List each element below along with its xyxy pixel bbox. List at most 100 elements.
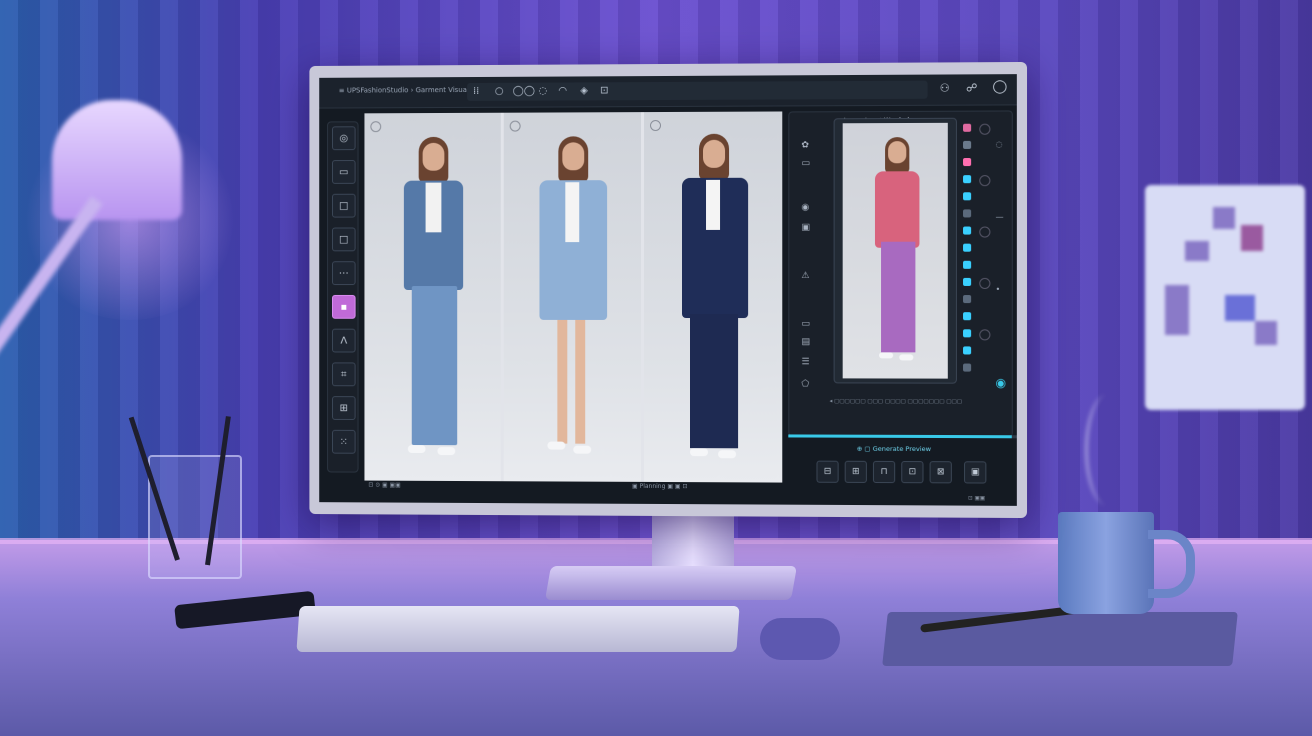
preview-model [873, 137, 924, 368]
model-figure [394, 137, 473, 465]
left-toolbar: ◎ ▭ □ □ ⋯ ▪ Λ ⌗ ⊞ ⁙ [327, 121, 358, 472]
color-swatch[interactable] [963, 141, 971, 149]
panel-toggle-icon[interactable] [650, 120, 661, 131]
share-icon[interactable]: ☍ [966, 81, 977, 94]
color-swatch[interactable] [963, 209, 971, 217]
tag-icon[interactable]: ◈ [580, 85, 588, 97]
path-tool-button[interactable]: Λ [332, 329, 356, 353]
user-settings-icon[interactable]: ⚇ [940, 82, 950, 95]
grid-tool-button[interactable]: ⊞ [332, 396, 356, 420]
preview-image [843, 123, 948, 379]
swatch-option-icon[interactable] [979, 329, 990, 340]
color-swatch[interactable] [963, 124, 971, 132]
color-swatch[interactable] [963, 329, 971, 337]
image-icon[interactable]: ▭ [801, 159, 810, 169]
preview-pants [881, 242, 915, 353]
generate-preview-label[interactable]: ⊕ ▢ Generate Preview [857, 445, 931, 453]
color-tool-button[interactable]: ▪ [332, 295, 356, 319]
crop-tool-button[interactable]: ⌗ [332, 362, 356, 386]
color-swatch[interactable] [963, 295, 971, 303]
frame-tool-button[interactable]: □ [332, 194, 356, 218]
panel-toggle-icon[interactable] [510, 121, 521, 132]
color-icon: ▪ [340, 301, 347, 312]
swatch-option-icon[interactable] [979, 278, 990, 289]
export-icon: ⊠ [937, 467, 945, 477]
square-tool-button[interactable]: □ [332, 227, 356, 251]
inspector-status: ⊡ ▣▣ [968, 496, 985, 502]
list-icon[interactable]: ☰ [801, 357, 809, 367]
layout-button[interactable]: ⊟ [816, 461, 838, 483]
body-tool-button[interactable]: ◎ [332, 126, 356, 150]
color-swatch[interactable] [963, 364, 971, 372]
export-button[interactable]: ⊠ [930, 461, 952, 483]
generation-progress [788, 434, 1017, 438]
color-swatch[interactable] [963, 346, 971, 354]
monitor-stand-base [545, 566, 797, 600]
mug-handle [1148, 530, 1195, 598]
outfit-panel-1[interactable] [364, 113, 500, 481]
color-swatch[interactable] [963, 312, 971, 320]
layer-icon: ▭ [339, 166, 348, 177]
jeans [412, 286, 457, 445]
crop-icon: ⌗ [341, 369, 347, 380]
shirt-icon[interactable]: ◠ [558, 86, 567, 98]
frame-icon[interactable]: ▭ [801, 319, 810, 329]
layer-tool-button[interactable]: ▭ [332, 160, 356, 184]
layout-icon: ⊟ [824, 467, 832, 477]
progress-fill [788, 434, 1012, 438]
swatch-option-icon[interactable] [979, 175, 990, 186]
circle-icon[interactable]: ○ [495, 86, 504, 98]
wardrobe-preview[interactable] [834, 118, 957, 384]
hanger-icon[interactable]: ◌ [538, 86, 547, 98]
frame-icon[interactable]: ⊡ [600, 85, 608, 97]
select-tool-button[interactable]: ⁙ [332, 430, 356, 454]
body-icon: ◎ [339, 133, 348, 144]
box-icon[interactable]: ▣ [801, 223, 810, 233]
model-figure [534, 136, 614, 466]
path-icon: Λ [340, 335, 347, 346]
color-swatch[interactable] [963, 278, 971, 286]
color-swatch[interactable] [963, 158, 971, 166]
color-swatch[interactable] [963, 227, 971, 235]
outfit-canvas [364, 111, 782, 482]
coffee-mug [1058, 512, 1154, 614]
adjust-icon[interactable]: — [996, 212, 1004, 221]
status-left: ⊡ ⊙ ▣ ▣▣ [368, 482, 400, 489]
color-swatch[interactable] [963, 175, 971, 183]
monitor: ≡ UPSFashionStudio › Garment Visualizati… [309, 62, 1027, 518]
outfit-panel-2[interactable] [504, 112, 641, 482]
grid-icon[interactable]: ⁞⁞ [473, 86, 479, 98]
color-swatch[interactable] [963, 244, 971, 252]
fullscreen-button[interactable]: ▣ [964, 461, 986, 483]
swatch-option-icon[interactable] [979, 226, 990, 237]
bookmark-icon: ⊓ [881, 467, 888, 477]
align-tool-button[interactable]: ⋯ [332, 261, 356, 285]
pants-icon[interactable]: ◯◯ [513, 86, 535, 98]
shield-icon[interactable]: ⬠ [801, 379, 809, 389]
color-swatch[interactable] [963, 261, 971, 269]
warning-icon[interactable]: ⚠ [801, 271, 809, 281]
square-icon: □ [339, 234, 348, 245]
profile-icon[interactable]: ◯ [992, 79, 1007, 94]
align-icon: ⊞ [852, 467, 860, 477]
panel-toggle-icon[interactable] [370, 121, 381, 132]
color-swatch[interactable] [963, 192, 971, 200]
notebook [882, 612, 1238, 666]
app-window: ≡ UPSFashionStudio › Garment Visualizati… [319, 74, 1017, 506]
grid-icon: ⊞ [340, 403, 348, 414]
desk-lamp [52, 100, 182, 220]
record-button-icon[interactable]: ◉ [996, 376, 1007, 390]
bookmark-button[interactable]: ⊓ [873, 461, 895, 483]
swatch-column [789, 111, 1011, 112]
camera-icon[interactable]: ◉ [801, 203, 809, 213]
status-center: ▣ Planning ▣ ▣ ⊡ [632, 483, 687, 490]
suit-trousers [690, 314, 738, 448]
table-icon[interactable]: ▤ [801, 337, 810, 347]
outfit-panel-3[interactable] [644, 111, 782, 482]
swatch-option-icon[interactable] [979, 124, 990, 135]
palette-icon[interactable]: ✿ [801, 140, 809, 150]
align-button[interactable]: ⊞ [845, 461, 867, 483]
compare-button[interactable]: ⊡ [901, 461, 923, 483]
settings-icon[interactable]: ◌ [996, 140, 1003, 149]
pin-icon[interactable]: • [996, 285, 1001, 294]
